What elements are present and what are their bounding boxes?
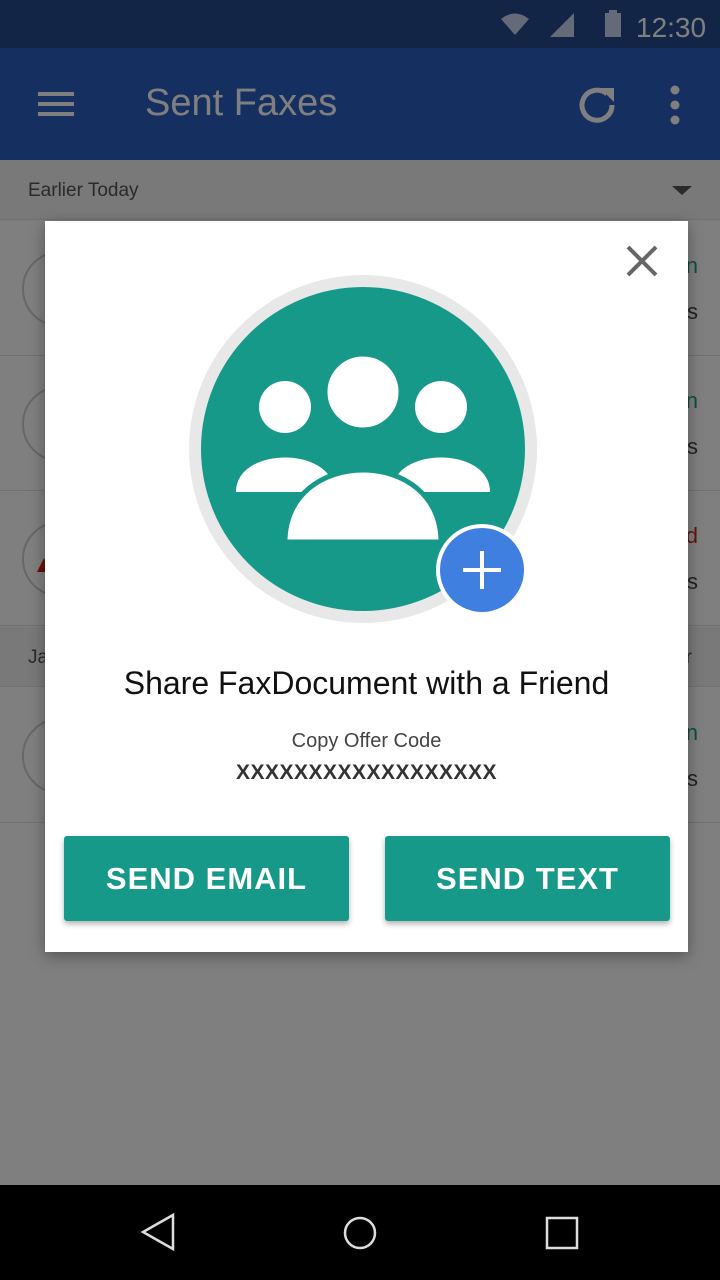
send-text-button[interactable]: SEND TEXT xyxy=(385,836,670,921)
group-add-icon xyxy=(189,275,537,623)
close-icon[interactable] xyxy=(622,241,662,281)
send-email-button[interactable]: SEND EMAIL xyxy=(64,836,349,921)
system-nav-bar xyxy=(0,1185,720,1280)
recents-icon[interactable] xyxy=(545,1216,579,1250)
back-icon[interactable] xyxy=(140,1213,176,1251)
home-icon[interactable] xyxy=(342,1215,378,1251)
share-dialog: Share FaxDocument with a Friend Copy Off… xyxy=(45,221,688,952)
dialog-title: Share FaxDocument with a Friend xyxy=(123,665,610,701)
offer-code[interactable]: XXXXXXXXXXXXXXXXXX xyxy=(45,761,688,785)
offer-code-label[interactable]: Copy Offer Code xyxy=(45,730,688,753)
